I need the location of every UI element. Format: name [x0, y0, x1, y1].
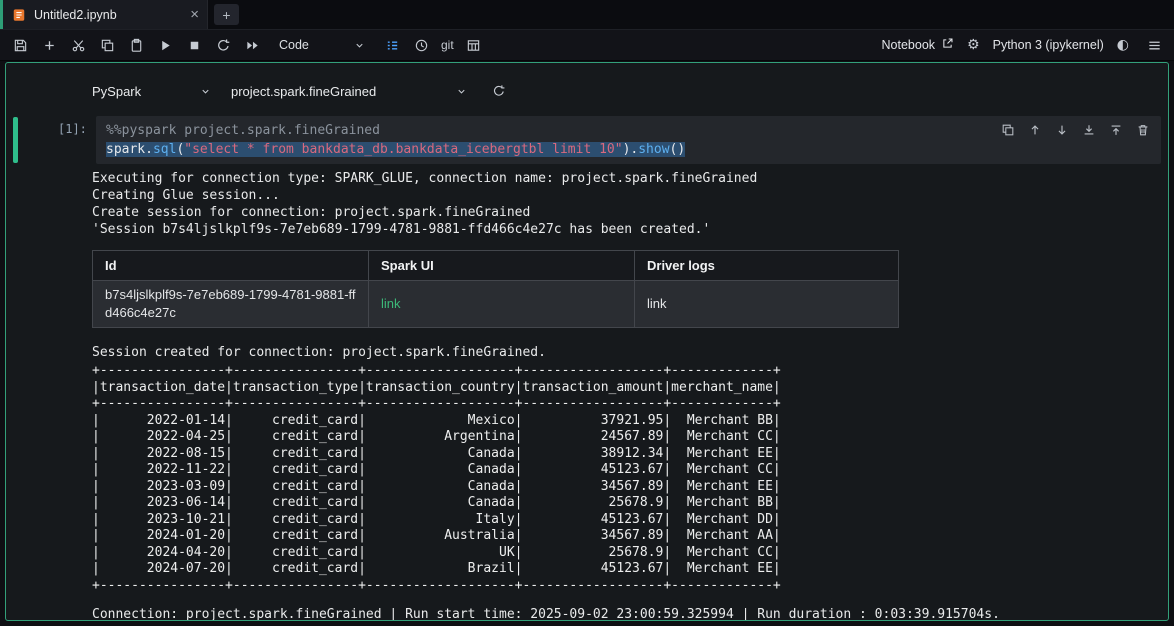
- new-tab-button[interactable]: +: [214, 4, 239, 25]
- history-icon[interactable]: [409, 33, 433, 57]
- insert-cell-above-icon[interactable]: [1107, 121, 1124, 138]
- selection-highlight: spark.sql("select * from bankdata_db.ban…: [106, 142, 686, 157]
- external-link-icon: [941, 37, 954, 53]
- language-value: PySpark: [92, 83, 142, 99]
- session-id-value: b7s4ljslkplf9s-7e7eb689-1799-4781-9881-f…: [92, 279, 369, 329]
- session-info-table: Id Spark UI Driver logs b7s4ljslkplf9s-7…: [92, 250, 899, 329]
- cell-type-value: Code: [279, 38, 309, 52]
- cell-toolbar: [999, 121, 1151, 138]
- insert-cell-below-icon[interactable]: [1080, 121, 1097, 138]
- gear-icon[interactable]: ⚙: [967, 38, 980, 52]
- copy-cell-icon[interactable]: [95, 33, 119, 57]
- output-line: 'Session b7s4ljslkplf9s-7e7eb689-1799-47…: [92, 222, 711, 237]
- cut-cell-icon[interactable]: [66, 33, 90, 57]
- language-dropdown[interactable]: PySpark: [92, 84, 211, 99]
- cell-type-dropdown[interactable]: Code: [279, 38, 365, 52]
- save-icon[interactable]: [8, 33, 32, 57]
- column-header-id: Id: [92, 250, 369, 281]
- chevron-down-icon: [456, 86, 467, 97]
- tab-label: Untitled2.ipynb: [34, 7, 117, 22]
- add-cell-icon[interactable]: [37, 33, 61, 57]
- delete-cell-icon[interactable]: [1134, 121, 1151, 138]
- chevron-down-icon: [200, 86, 211, 97]
- code-cell[interactable]: [1]: %%pyspark project.spark.fineGrained…: [6, 116, 1168, 164]
- connection-dropdown[interactable]: project.spark.fineGrained: [231, 84, 467, 99]
- session-created-line: Session created for connection: project.…: [92, 345, 546, 361]
- table-of-contents-icon[interactable]: [380, 33, 404, 57]
- notebook-file-icon: [12, 8, 26, 22]
- output-line: Create session for connection: project.s…: [92, 205, 531, 220]
- output-line: Executing for connection type: SPARK_GLU…: [92, 171, 758, 186]
- tab-untitled2-ipynb[interactable]: Untitled2.ipynb ×: [0, 0, 208, 29]
- menu-icon[interactable]: [1142, 33, 1166, 57]
- kernel-select[interactable]: Python 3 (ipykernel): [993, 38, 1104, 52]
- code-editor[interactable]: %%pyspark project.spark.fineGrained spar…: [96, 116, 1161, 164]
- selected-cell-indicator: [13, 117, 18, 163]
- git-icon[interactable]: git: [438, 38, 457, 52]
- jupyterlab-window: Untitled2.ipynb × + Code git Notebook ⚙ …: [0, 0, 1174, 626]
- interrupt-kernel-icon[interactable]: [182, 33, 206, 57]
- notebook-toolbar: Code git Notebook ⚙ Python 3 (ipykernel)…: [0, 30, 1174, 61]
- move-cell-down-icon[interactable]: [1053, 121, 1070, 138]
- paste-cell-icon[interactable]: [124, 33, 148, 57]
- code-line-magic: %%pyspark project.spark.fineGrained: [106, 123, 380, 138]
- move-cell-up-icon[interactable]: [1026, 121, 1043, 138]
- toolbar-right-group: Notebook ⚙ Python 3 (ipykernel) ◐: [882, 33, 1166, 57]
- result-ascii-table: +----------------+----------------+-----…: [92, 363, 781, 593]
- spark-ui-link[interactable]: link: [381, 296, 401, 311]
- data-table-icon[interactable]: [462, 33, 486, 57]
- run-cell-icon[interactable]: [153, 33, 177, 57]
- code-line-sql: spark.sql("select * from bankdata_db.ban…: [106, 140, 1151, 159]
- driver-logs-link[interactable]: link: [647, 296, 667, 311]
- column-header-spark-ui: Spark UI: [368, 250, 635, 281]
- restart-kernel-icon[interactable]: [211, 33, 235, 57]
- connection-value: project.spark.fineGrained: [231, 83, 377, 99]
- session-table-header-row: Id Spark UI Driver logs: [92, 250, 899, 281]
- dock-tab-bar: Untitled2.ipynb × +: [0, 0, 1174, 30]
- duplicate-cell-icon[interactable]: [999, 121, 1016, 138]
- output-line: Creating Glue session...: [92, 188, 280, 203]
- column-header-driver-logs: Driver logs: [634, 250, 899, 281]
- session-table-row: b7s4ljslkplf9s-7e7eb689-1799-4781-9881-f…: [92, 279, 899, 329]
- close-tab-icon[interactable]: ×: [190, 7, 199, 22]
- open-notebook-button[interactable]: Notebook: [882, 37, 955, 53]
- cell-output: Executing for connection type: SPARK_GLU…: [92, 170, 1152, 621]
- kernel-status-icon: ◐: [1116, 37, 1129, 53]
- refresh-connections-icon[interactable]: [487, 79, 511, 103]
- notebook-content-panel: PySpark project.spark.fineGrained [1]: %…: [5, 62, 1169, 621]
- connection-bar: PySpark project.spark.fineGrained: [92, 79, 1168, 103]
- chevron-down-icon: [354, 40, 365, 51]
- execution-count: [1]:: [58, 122, 87, 136]
- open-notebook-label: Notebook: [881, 38, 936, 52]
- restart-run-all-icon[interactable]: [240, 33, 264, 57]
- run-summary-line: Connection: project.spark.fineGrained | …: [92, 607, 1000, 621]
